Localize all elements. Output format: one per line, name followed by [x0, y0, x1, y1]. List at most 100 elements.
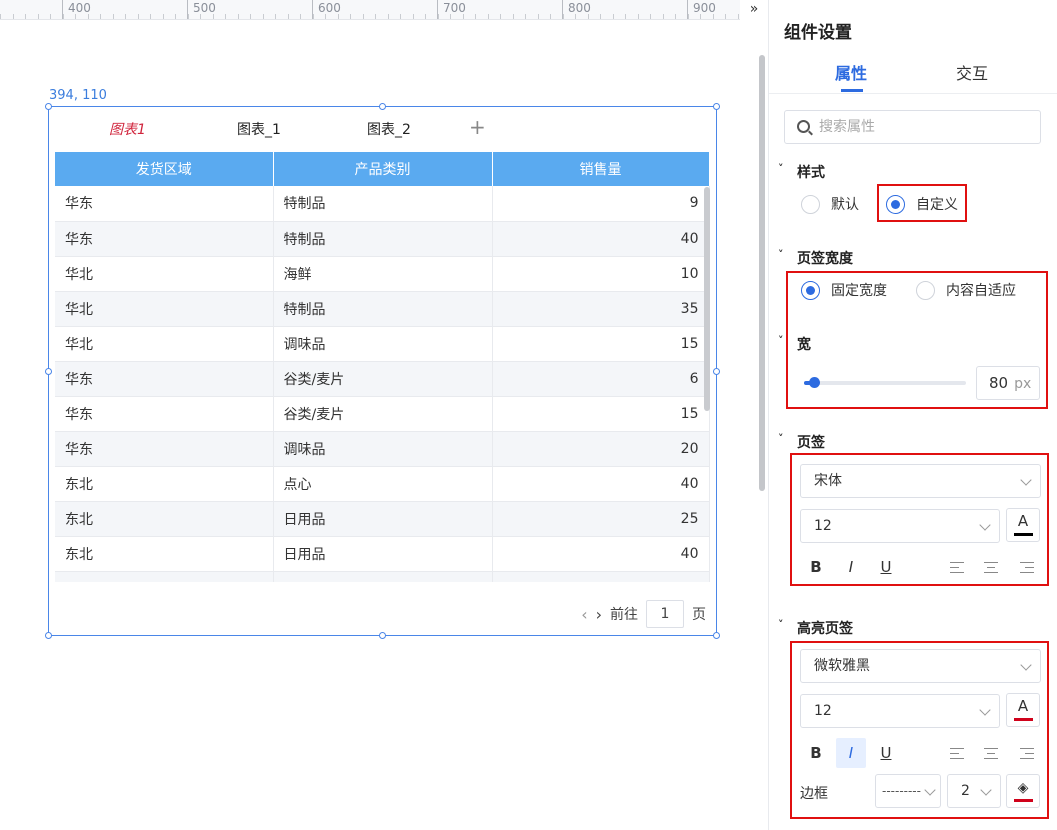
highlight-font-color-button[interactable]: A — [1006, 693, 1040, 727]
section-tab-width[interactable]: ˅ 页签宽度 — [778, 248, 853, 268]
highlight-font-select[interactable]: 微软雅黑 — [800, 649, 1041, 683]
bold-button[interactable]: B — [803, 740, 829, 766]
table-cell[interactable]: 6 — [492, 361, 710, 397]
table-row[interactable]: 华北 调味品 15 — [55, 326, 710, 362]
tab-size-select[interactable]: 12 — [800, 509, 1000, 543]
table-cell[interactable]: 调味品 — [273, 431, 493, 467]
section-style[interactable]: ˅ 样式 — [778, 162, 825, 182]
chevron-down-icon[interactable]: ˅ — [778, 334, 784, 347]
resize-handle-bc[interactable] — [379, 632, 386, 639]
align-center-icon[interactable] — [984, 748, 998, 759]
width-slider[interactable] — [804, 377, 966, 388]
width-number-input[interactable]: 80 px — [976, 366, 1040, 400]
canvas-scrollbar[interactable] — [759, 55, 765, 491]
table-cell[interactable]: 华东 — [55, 186, 274, 222]
table-cell[interactable]: 华东 — [55, 396, 274, 432]
table-row[interactable]: 华东 谷类/麦片 6 — [55, 361, 710, 397]
align-center-icon[interactable] — [984, 562, 998, 573]
table-cell[interactable]: 海鲜 — [273, 256, 493, 292]
table-cell[interactable]: 9 — [492, 186, 710, 222]
table-cell[interactable]: 东北 — [55, 501, 274, 537]
table-cell[interactable]: 华北 — [55, 571, 274, 582]
search-input[interactable]: 搜索属性 — [784, 110, 1041, 144]
table-cell[interactable]: 日用品 — [273, 501, 493, 537]
resize-handle-bl[interactable] — [45, 632, 52, 639]
table-cell[interactable]: 40 — [492, 466, 710, 502]
table-cell[interactable]: 华北 — [55, 291, 274, 327]
slider-knob[interactable] — [808, 377, 820, 388]
table-cell[interactable]: 日用品 — [273, 536, 493, 572]
highlight-size-select[interactable]: 12 — [800, 694, 1000, 728]
chevron-down-icon[interactable]: ˅ — [778, 248, 784, 261]
table-row[interactable]: 华东 调味品 20 — [55, 431, 710, 467]
bold-button[interactable]: B — [803, 554, 829, 580]
table-cell[interactable]: 谷类/麦片 — [273, 361, 493, 397]
table-cell[interactable]: 东北 — [55, 466, 274, 502]
table-cell[interactable]: 点心 — [273, 466, 493, 502]
section-width[interactable]: ˅ 宽 — [778, 334, 811, 354]
radio-circle[interactable] — [916, 280, 935, 300]
table-row[interactable]: 东北 日用品 25 — [55, 501, 710, 537]
table-cell[interactable]: 40 — [492, 536, 710, 572]
column-header[interactable]: 产品类别 — [273, 152, 493, 186]
canvas-area[interactable]: 400 500 600 700 800 900 » 394, 110 图表1 图表_1 图… — [0, 0, 768, 830]
table-cell[interactable]: 25 — [492, 501, 710, 537]
table-cell[interactable]: 华东 — [55, 431, 274, 467]
tab-interaction[interactable]: 交互 — [956, 60, 988, 84]
underline-button[interactable]: U — [873, 554, 899, 580]
radio-default[interactable]: 默认 — [801, 194, 859, 214]
tab-table-widget[interactable]: 图表1 图表_1 图表_2 + 发货区域 产品类别 销售量 华东 特制品 9 华东 特制… — [45, 103, 720, 639]
border-fill-color-button[interactable]: ◈ — [1006, 774, 1040, 808]
table-cell[interactable]: 特制品 — [273, 186, 493, 222]
align-left-icon[interactable] — [950, 748, 964, 759]
table-cell[interactable]: 调味品 — [273, 326, 493, 362]
align-right-icon[interactable] — [1020, 748, 1034, 759]
radio-content-fit[interactable]: 内容自适应 — [916, 280, 1016, 300]
next-page-icon[interactable]: › — [596, 605, 602, 624]
table-row[interactable]: 华北 海鲜 10 — [55, 256, 710, 292]
chevron-down-icon[interactable]: ˅ — [778, 618, 784, 631]
table-cell[interactable]: 特制品 — [273, 291, 493, 327]
table-scrollbar[interactable] — [704, 187, 710, 411]
radio-circle[interactable] — [801, 194, 820, 214]
italic-button[interactable]: I — [836, 738, 866, 768]
table-cell[interactable]: 日用品 — [273, 571, 493, 582]
table-row[interactable]: 华北 特制品 35 — [55, 291, 710, 327]
radio-fixed-width[interactable]: 固定宽度 — [801, 280, 887, 300]
table-cell[interactable]: 特制品 — [273, 221, 493, 257]
table-cell[interactable]: 东北 — [55, 536, 274, 572]
table-cell[interactable]: 谷类/麦片 — [273, 396, 493, 432]
prev-page-icon[interactable]: ‹ — [581, 605, 587, 624]
section-tab[interactable]: ˅ 页签 — [778, 432, 825, 452]
table-row[interactable]: 华东 谷类/麦片 15 — [55, 396, 710, 432]
table-cell[interactable]: 华北 — [55, 326, 274, 362]
chevron-down-icon[interactable]: ˅ — [778, 432, 784, 445]
table-cell[interactable]: 35 — [492, 291, 710, 327]
table-cell[interactable]: 华东 — [55, 221, 274, 257]
tab-font-select[interactable]: 宋体 — [800, 464, 1041, 498]
page-number-input[interactable]: 1 — [646, 600, 684, 628]
radio-circle[interactable] — [801, 280, 820, 300]
table-cell[interactable]: 华东 — [55, 361, 274, 397]
align-left-icon[interactable] — [950, 562, 964, 573]
section-highlight-tab[interactable]: ˅ 高亮页签 — [778, 618, 853, 638]
align-right-icon[interactable] — [1020, 562, 1034, 573]
table-cell[interactable]: 20 — [492, 431, 710, 467]
table-row[interactable]: 东北 日用品 40 — [55, 536, 710, 572]
table-row[interactable]: 华北日用品20 — [55, 571, 710, 582]
table-row[interactable]: 华东 特制品 9 — [55, 186, 710, 222]
table-cell[interactable]: 15 — [492, 396, 710, 432]
italic-button[interactable]: I — [838, 554, 864, 580]
border-width-select[interactable]: 2 — [947, 774, 1001, 808]
double-chevron-right-icon[interactable]: » — [740, 0, 768, 20]
column-header[interactable]: 销售量 — [492, 152, 710, 186]
table-row[interactable]: 华东 特制品 40 — [55, 221, 710, 257]
tab-font-color-button[interactable]: A — [1006, 508, 1040, 542]
column-header[interactable]: 发货区域 — [55, 152, 274, 186]
chevron-down-icon[interactable]: ˅ — [778, 162, 784, 175]
resize-handle-br[interactable] — [713, 632, 720, 639]
table-cell[interactable]: 华北 — [55, 256, 274, 292]
table-row[interactable]: 东北 点心 40 — [55, 466, 710, 502]
table-cell[interactable]: 10 — [492, 256, 710, 292]
tab-properties[interactable]: 属性 — [835, 60, 867, 84]
